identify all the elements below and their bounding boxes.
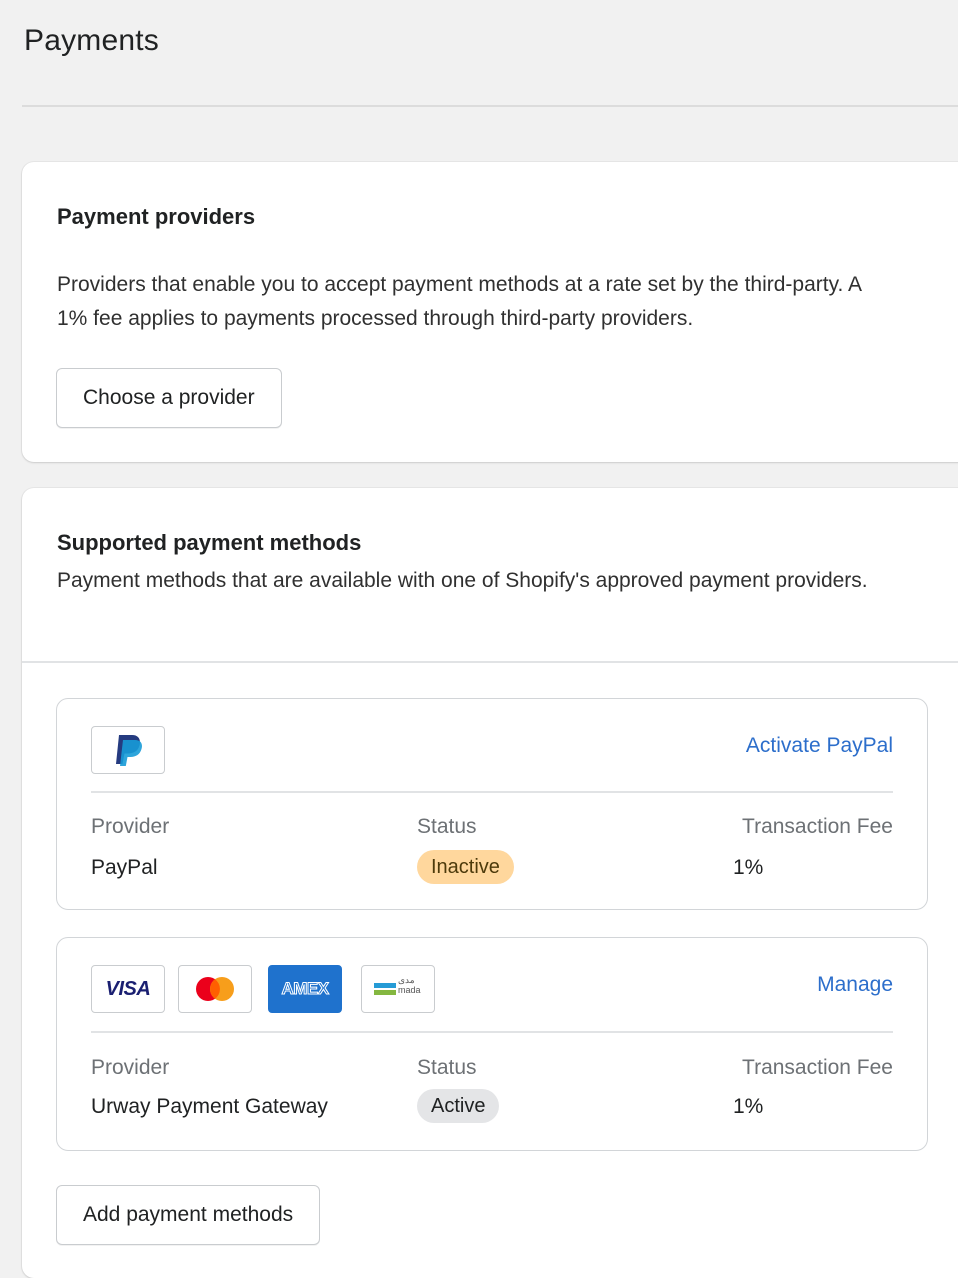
visa-logo-text: VISA bbox=[105, 977, 151, 1000]
paypal-logo-icon bbox=[91, 726, 165, 774]
box-divider bbox=[91, 791, 893, 793]
section-divider bbox=[22, 661, 958, 663]
activate-paypal-link[interactable]: Activate PayPal bbox=[746, 734, 893, 758]
manage-link[interactable]: Manage bbox=[817, 973, 893, 997]
payment-providers-heading: Payment providers bbox=[57, 204, 256, 229]
status-label: Status bbox=[417, 815, 477, 838]
mastercard-logo-icon bbox=[178, 965, 252, 1013]
urway-method-box: VISA AMEX مدى mada Manage Provider Statu… bbox=[56, 937, 928, 1151]
provider-value: PayPal bbox=[91, 856, 158, 879]
mada-latin-text: mada bbox=[398, 985, 421, 995]
add-payment-methods-button[interactable]: Add payment methods bbox=[56, 1185, 321, 1245]
visa-logo-icon: VISA bbox=[91, 965, 165, 1013]
status-label: Status bbox=[417, 1056, 477, 1079]
payment-providers-card: Payment providers Providers that enable … bbox=[22, 162, 958, 462]
provider-label: Provider bbox=[91, 1056, 170, 1079]
supported-payment-methods-card: Supported payment methods Payment method… bbox=[22, 488, 958, 1278]
transaction-fee-label: Transaction Fee bbox=[742, 815, 893, 838]
transaction-fee-label: Transaction Fee bbox=[742, 1056, 893, 1079]
supported-methods-heading: Supported payment methods bbox=[57, 530, 362, 555]
mada-arabic-text: مدى bbox=[398, 975, 415, 985]
page-header: Payments bbox=[22, 0, 958, 107]
transaction-fee-value: 1% bbox=[733, 1095, 764, 1118]
choose-provider-button[interactable]: Choose a provider bbox=[56, 368, 282, 428]
supported-methods-description: Payment methods that are available with … bbox=[57, 569, 868, 592]
amex-logo-icon: AMEX bbox=[268, 965, 342, 1013]
provider-label: Provider bbox=[91, 815, 170, 838]
payment-providers-description: Providers that enable you to accept paym… bbox=[57, 273, 861, 330]
box-divider bbox=[91, 1031, 893, 1033]
status-badge-inactive: Inactive bbox=[417, 850, 514, 884]
provider-value: Urway Payment Gateway bbox=[91, 1095, 328, 1118]
status-badge-active: Active bbox=[417, 1089, 500, 1123]
mada-logo-icon: مدى mada bbox=[361, 965, 435, 1013]
amex-logo-text: AMEX bbox=[281, 979, 330, 999]
transaction-fee-value: 1% bbox=[733, 856, 764, 879]
paypal-method-box: Activate PayPal Provider Status Transact… bbox=[56, 698, 928, 910]
page-title: Payments bbox=[24, 24, 159, 57]
